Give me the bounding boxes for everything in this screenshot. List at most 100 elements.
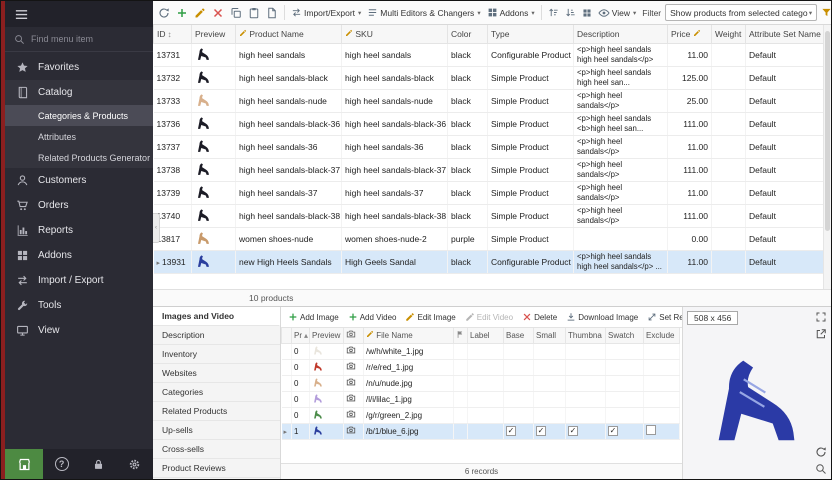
product-row-13738[interactable]: 13738high heel sandals-black-37high heel… <box>154 158 826 181</box>
edit-product-button[interactable] <box>192 6 208 20</box>
sidebar-subitem-attributes[interactable]: Attributes <box>5 126 153 147</box>
delete-product-button[interactable] <box>210 6 226 20</box>
grid-scrollbar[interactable] <box>823 25 831 289</box>
col-flag[interactable] <box>454 328 468 343</box>
image-row-g-r-green-2-jpg[interactable]: 0/g/r/green_2.jpg <box>282 407 680 423</box>
base-checkbox[interactable]: ✓ <box>506 426 516 436</box>
lock-icon[interactable] <box>92 458 105 471</box>
sidebar-item-import-export[interactable]: Import / Export <box>5 268 153 293</box>
edit-image-button[interactable]: Edit Image <box>403 311 457 323</box>
product-row-13737[interactable]: 13737high heel sandals-36high heel sanda… <box>154 135 826 158</box>
col-exclude[interactable]: Exclude <box>644 328 680 343</box>
image-row-n-u-nude-jpg[interactable]: 0/n/u/nude.jpg <box>282 375 680 391</box>
sort-desc-button[interactable] <box>563 6 578 19</box>
sidebar-item-customers[interactable]: Customers <box>5 168 153 193</box>
help-icon[interactable]: ? <box>55 457 69 471</box>
image-row-w-h-white-1-jpg[interactable]: 0/w/h/white_1.jpg <box>282 343 680 359</box>
col-color[interactable]: Color <box>448 25 488 43</box>
gear-icon[interactable] <box>128 458 141 471</box>
col-description[interactable]: Description <box>574 25 668 43</box>
product-row-13931[interactable]: ▸13931new High Heels SandalsHigh Geels S… <box>154 250 826 273</box>
col-id[interactable]: ID↕ <box>154 25 192 43</box>
sidebar-search-input[interactable] <box>31 34 136 44</box>
product-row-13732[interactable]: 13732high heel sandals-blackhigh heel sa… <box>154 66 826 89</box>
col-camera[interactable] <box>344 328 364 343</box>
product-row-13733[interactable]: 13733high heel sandals-nudehigh heel san… <box>154 89 826 112</box>
tab-up-sells[interactable]: Up-sells <box>153 421 280 440</box>
layout-button[interactable] <box>580 7 594 19</box>
image-row-l-i-lilac-1-jpg[interactable]: 0/l/i/lilac_1.jpg <box>282 391 680 407</box>
sort-asc-button[interactable] <box>546 6 561 19</box>
addons-menu[interactable]: Addons▾ <box>485 6 537 19</box>
col-file-name[interactable]: File Name <box>364 328 454 343</box>
col-product-name[interactable]: Product Name <box>236 25 342 43</box>
sidebar-item-orders[interactable]: Orders <box>5 193 153 218</box>
import-export-menu[interactable]: Import/Export▾ <box>289 6 363 19</box>
panel-collapse-handle[interactable]: ‹ <box>153 213 160 243</box>
exclude-checkbox[interactable] <box>646 425 656 435</box>
swatch-checkbox[interactable]: ✓ <box>608 426 618 436</box>
col-attribute-set-name[interactable]: Attribute Set Name <box>746 25 826 43</box>
col-base[interactable]: Base <box>504 328 534 343</box>
expand-icon[interactable] <box>815 311 827 323</box>
col-label[interactable]: Label <box>468 328 504 343</box>
multi-editors-menu[interactable]: Multi Editors & Changers▾ <box>365 6 482 19</box>
col-thumbna[interactable]: Thumbna <box>566 328 606 343</box>
col-type[interactable]: Type <box>488 25 574 43</box>
filters-menu[interactable]: Filters▾ <box>819 6 831 19</box>
grid-scrollbar-thumb[interactable] <box>825 31 830 231</box>
view-menu[interactable]: View▾ <box>596 6 639 20</box>
set-resize-rule-button[interactable]: Set Resize Rule <box>645 311 682 323</box>
menu-icon[interactable] <box>14 7 29 22</box>
thumbnail-checkbox[interactable]: ✓ <box>568 426 578 436</box>
tab-images-and-video[interactable]: Images and Video <box>153 307 280 326</box>
sidebar-item-catalog[interactable]: Catalog <box>5 80 153 105</box>
add-video-button[interactable]: Add Video <box>346 311 399 323</box>
row-expander-icon[interactable]: ▸ <box>157 260 161 267</box>
sidebar-item-favorites[interactable]: Favorites <box>5 55 153 80</box>
row-expander-icon[interactable]: ▸ <box>284 429 288 436</box>
product-row-13740[interactable]: 13740high heel sandals-black-38high heel… <box>154 204 826 227</box>
small-checkbox[interactable]: ✓ <box>536 426 546 436</box>
tab-product-reviews[interactable]: Product Reviews <box>153 459 280 478</box>
add-product-button[interactable] <box>174 6 190 20</box>
product-row-13731[interactable]: 13731high heel sandalshigh heel sandalsb… <box>154 43 826 66</box>
tab-cross-sells[interactable]: Cross-sells <box>153 440 280 459</box>
tab-description[interactable]: Description <box>153 326 280 345</box>
tab-inventory[interactable]: Inventory <box>153 345 280 364</box>
col-price[interactable]: Price <box>668 25 712 43</box>
delete-image-button[interactable]: Delete <box>520 311 559 323</box>
refresh-button[interactable] <box>156 6 172 20</box>
tab-related-products[interactable]: Related Products <box>153 402 280 421</box>
product-row-13817[interactable]: 13817women shoes-nudewomen shoes-nude-2p… <box>154 227 826 250</box>
sidebar-item-addons[interactable]: Addons <box>5 243 153 268</box>
product-row-13736[interactable]: 13736high heel sandals-black-36high heel… <box>154 112 826 135</box>
paste-button[interactable] <box>246 6 262 20</box>
add-image-button[interactable]: Add Image <box>286 311 341 323</box>
rotate-refresh-icon[interactable] <box>815 446 827 458</box>
zoom-icon[interactable] <box>815 463 827 475</box>
tab-websites[interactable]: Websites <box>153 364 280 383</box>
copy-button[interactable] <box>228 6 244 20</box>
sidebar-item-view[interactable]: View <box>5 318 153 343</box>
sidebar-item-tools[interactable]: Tools <box>5 293 153 318</box>
sidebar-item-reports[interactable]: Reports <box>5 218 153 243</box>
col-small[interactable]: Small <box>534 328 566 343</box>
image-row-r-e-red-1-jpg[interactable]: 0/r/e/red_1.jpg <box>282 359 680 375</box>
col-swatch[interactable]: Swatch <box>606 328 644 343</box>
product-row-13739[interactable]: 13739high heel sandals-37high heel sanda… <box>154 181 826 204</box>
col-weight[interactable]: Weight <box>712 25 746 43</box>
sidebar-subitem-related-products-generator[interactable]: Related Products Generator <box>5 147 153 168</box>
download-image-button[interactable]: Download Image <box>564 311 640 323</box>
col-pr[interactable]: Pr▴ <box>292 328 310 343</box>
columns-button[interactable] <box>264 6 280 20</box>
external-link-icon[interactable] <box>815 328 827 340</box>
col-preview[interactable]: Preview <box>310 328 344 343</box>
col-sku[interactable]: SKU <box>342 25 448 43</box>
tab-categories[interactable]: Categories <box>153 383 280 402</box>
store-pos-button[interactable] <box>5 449 43 479</box>
sidebar-subitem-categories-products[interactable]: Categories & Products <box>5 105 153 126</box>
category-filter-select[interactable]: Show products from selected categories▾ <box>665 4 817 21</box>
col-preview[interactable]: Preview <box>192 25 236 43</box>
image-row-b-1-blue-6-jpg[interactable]: ▸1/b/1/blue_6.jpg✓✓✓✓ <box>282 423 680 439</box>
